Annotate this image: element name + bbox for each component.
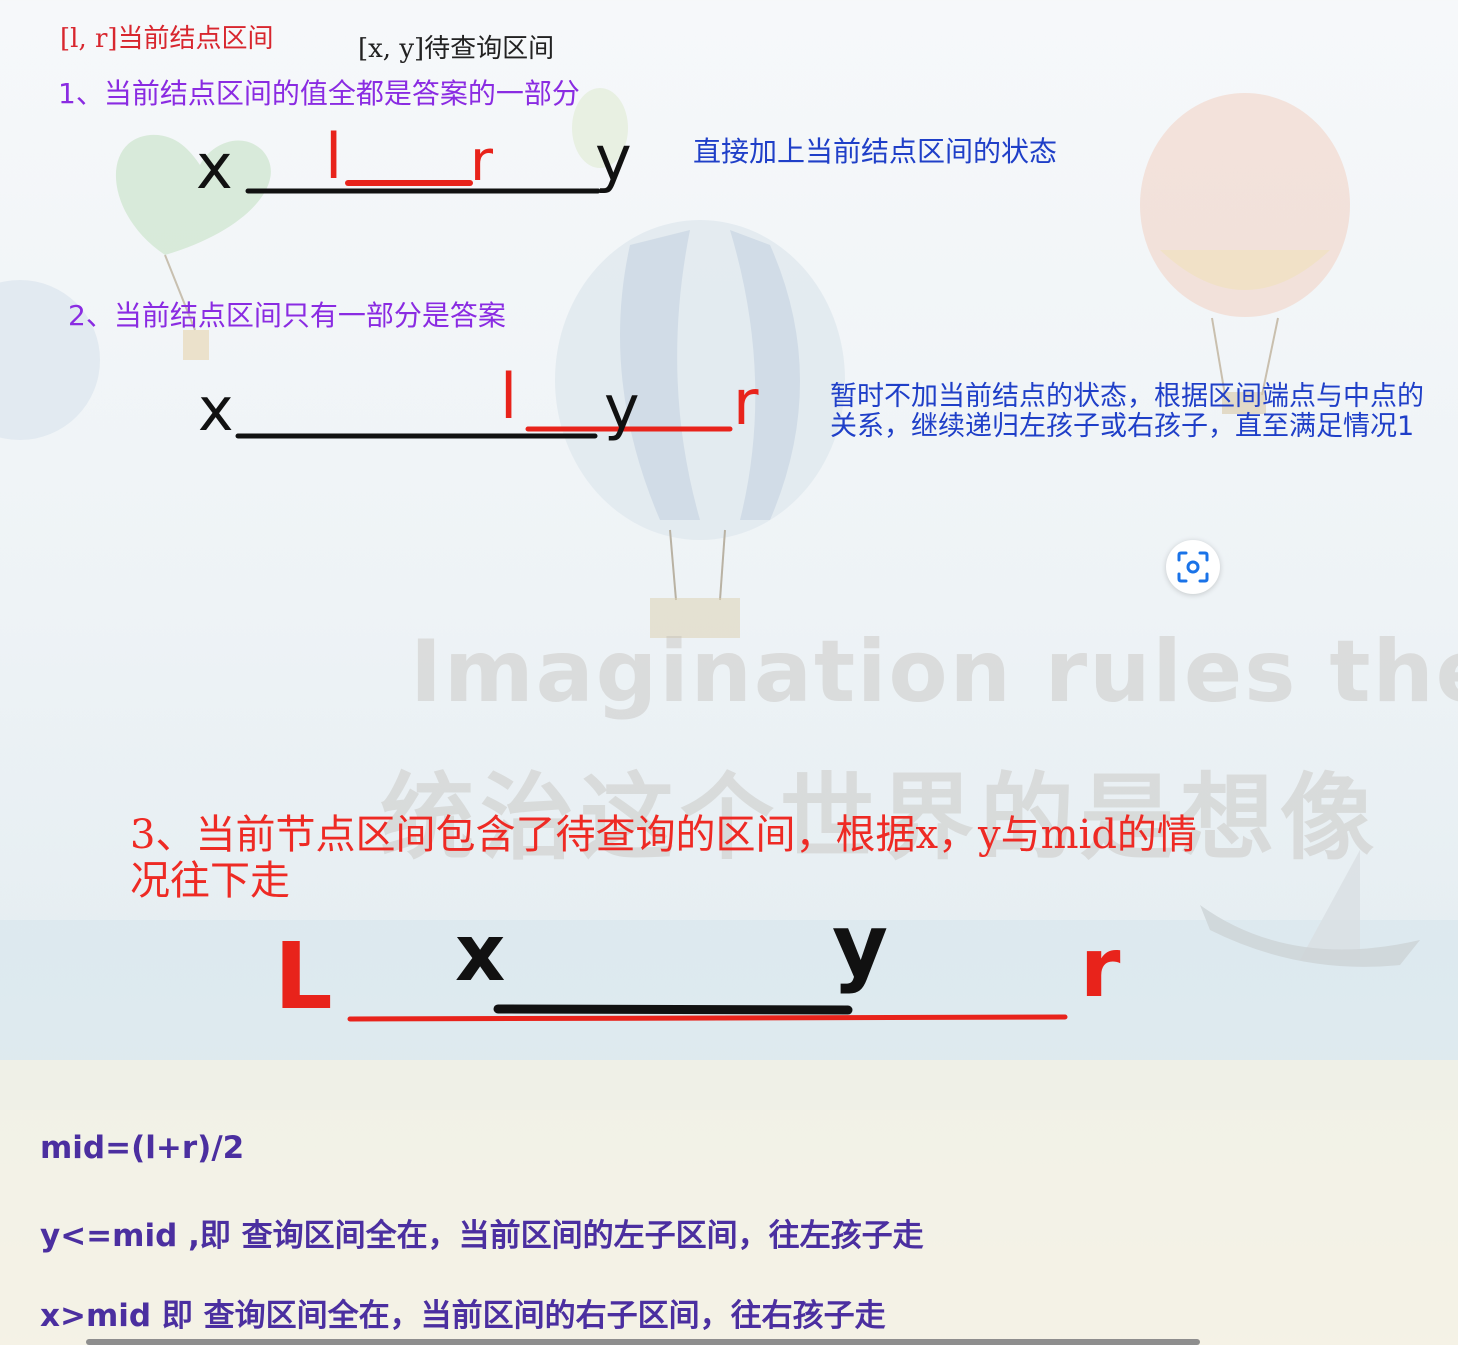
case3-diagram: L x y r	[274, 896, 1121, 1030]
case2-diagram: x l y r	[198, 360, 759, 445]
mid-formula: mid=(l+r)/2	[40, 1130, 245, 1166]
case2-label-x: x	[198, 375, 234, 445]
case3-query-segment	[493, 1004, 853, 1015]
case1-label-x: x	[196, 130, 233, 203]
lens-icon	[1177, 551, 1209, 583]
case3-label-y: y	[832, 896, 888, 996]
visual-search-button[interactable]	[1166, 540, 1220, 594]
left-child-rule: y<=mid ,即 查询区间全在，当前区间的左子区间，往左孩子走	[40, 1218, 924, 1254]
case3-label-x: x	[455, 909, 505, 999]
case1-label-r: r	[470, 129, 494, 194]
case1-label-l: l	[325, 120, 342, 193]
case2-label-r: r	[733, 366, 759, 439]
case3-label-r: r	[1080, 921, 1121, 1016]
horizontal-scrollbar[interactable]	[86, 1339, 1200, 1345]
case1-diagram: x l r y	[196, 120, 632, 203]
case3-node-segment	[347, 1014, 1068, 1022]
case3-label-l: L	[274, 923, 333, 1030]
right-child-rule: x>mid 即 查询区间全在，当前区间的右子区间，往右孩子走	[40, 1298, 886, 1334]
case1-label-y: y	[595, 122, 632, 195]
case2-label-y: y	[604, 373, 640, 443]
case2-label-l: l	[500, 360, 517, 433]
